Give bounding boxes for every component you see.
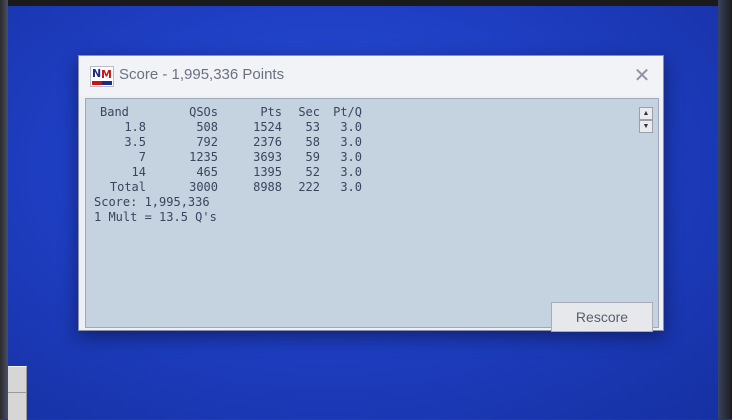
total-ptq: 3.0: [340, 180, 362, 194]
sec-value: 59: [305, 150, 320, 164]
qsos-value: 792: [196, 135, 218, 149]
col-header-ptq: Pt/Q: [333, 105, 362, 119]
table-total-row: Total 3000 8988 222 3.0: [86, 180, 386, 195]
total-label: Total: [109, 180, 146, 194]
band-value: 7: [138, 150, 146, 164]
total-sec: 222: [298, 180, 320, 194]
score-panel: Band QSOs Pts Sec Pt/Q 1.8 508 1524 53 3…: [85, 98, 659, 332]
table-row: 14 465 1395 52 3.0: [86, 165, 386, 180]
col-header-pts: Pts: [260, 105, 282, 119]
n1mm-logo-icon: NM: [90, 66, 114, 87]
qsos-value: 465: [196, 165, 218, 179]
col-header-qsos: QSOs: [189, 105, 218, 119]
close-button[interactable]: ✕: [629, 64, 655, 88]
scroll-down-arrow-icon[interactable]: ▼: [639, 120, 653, 133]
total-qsos: 3000: [189, 180, 218, 194]
sec-value: 52: [305, 165, 320, 179]
scroll-up-arrow-icon[interactable]: ▲: [639, 107, 653, 120]
title-bar[interactable]: NM Score - 1,995,336 Points ✕: [79, 56, 663, 96]
col-header-band: Band: [100, 105, 129, 119]
pts-value: 2376: [253, 135, 282, 149]
monitor-bezel-left: [0, 0, 8, 419]
rescore-button[interactable]: Rescore: [551, 302, 653, 332]
pts-value: 1524: [253, 120, 282, 134]
sec-value: 53: [305, 120, 320, 134]
ptq-value: 3.0: [340, 120, 362, 134]
col-header-sec: Sec: [298, 105, 320, 119]
monitor-bezel-right: [718, 0, 732, 419]
table-header-row: Band QSOs Pts Sec Pt/Q: [86, 105, 386, 120]
score-window: NM Score - 1,995,336 Points ✕ Band QSOs …: [78, 55, 664, 332]
qsos-value: 1235: [189, 150, 218, 164]
table-row: 3.5 792 2376 58 3.0: [86, 135, 386, 150]
ptq-value: 3.0: [340, 150, 362, 164]
mult-line: 1 Mult = 13.5 Q's: [94, 210, 217, 224]
band-value: 14: [131, 165, 146, 179]
score-line: Score: 1,995,336: [94, 195, 210, 209]
ptq-value: 3.0: [340, 165, 362, 179]
total-pts: 8988: [253, 180, 282, 194]
pts-value: 1395: [253, 165, 282, 179]
score-summary: Score: 1,995,336 1 Mult = 13.5 Q's: [94, 195, 217, 225]
monitor-bezel-top: [0, 0, 732, 6]
table-row: 7 1235 3693 59 3.0: [86, 150, 386, 165]
window-title: Score - 1,995,336 Points: [119, 66, 285, 83]
pts-value: 3693: [253, 150, 282, 164]
band-value: 1.8: [124, 120, 146, 134]
sec-value: 58: [305, 135, 320, 149]
qsos-value: 508: [196, 120, 218, 134]
ptq-value: 3.0: [340, 135, 362, 149]
taskbar-edge[interactable]: [8, 366, 27, 420]
band-value: 3.5: [124, 135, 146, 149]
table-row: 1.8 508 1524 53 3.0: [86, 120, 386, 135]
